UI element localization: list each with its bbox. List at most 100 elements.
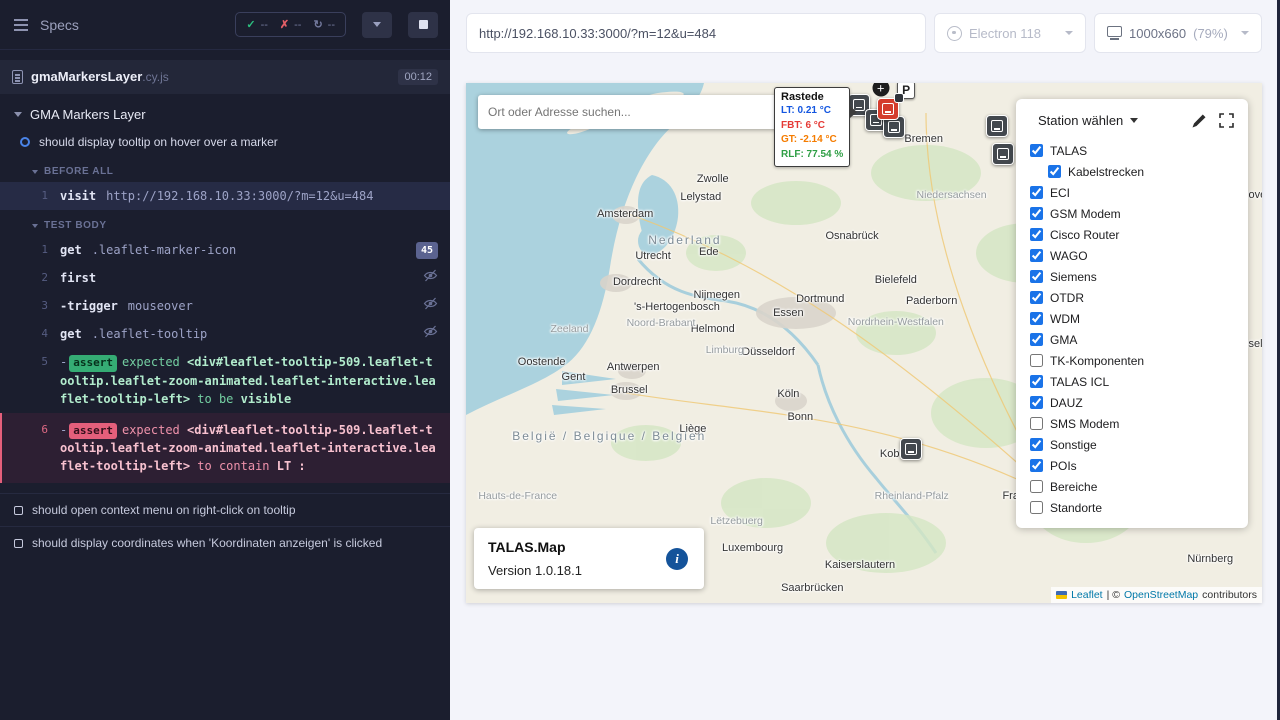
station-marker-icon[interactable]: [900, 438, 922, 460]
station-filter-gma[interactable]: GMA: [1030, 329, 1234, 350]
checkbox[interactable]: [1030, 459, 1043, 472]
checkbox[interactable]: [1030, 312, 1043, 325]
station-dropdown[interactable]: Station wählen: [1038, 113, 1138, 128]
assert-row-failed[interactable]: 6 -assertexpected <div#leaflet-tooltip-5…: [0, 413, 450, 484]
plus-marker-icon[interactable]: +: [872, 83, 889, 97]
station-filter-dauz[interactable]: DAUZ: [1030, 392, 1234, 413]
checkbox[interactable]: [1030, 186, 1043, 199]
checkbox[interactable]: [1030, 354, 1043, 367]
station-filter-eci[interactable]: ECI: [1030, 182, 1234, 203]
collapse-button[interactable]: [362, 12, 392, 38]
attribution-separator: | ©: [1107, 589, 1120, 601]
station-filter-sonstige[interactable]: Sonstige: [1030, 434, 1234, 455]
leaflet-flag-icon: [1056, 591, 1067, 599]
station-filter-label: TALAS ICL: [1050, 375, 1109, 389]
test-body-section[interactable]: TEST BODY: [0, 210, 450, 236]
checkbox[interactable]: [1030, 501, 1043, 514]
alarm-marker-icon[interactable]: [877, 98, 899, 120]
command-args: .leaflet-marker-icon: [92, 243, 237, 257]
pending-test-row[interactable]: should open context menu on right-click …: [0, 493, 450, 526]
stop-icon: [419, 20, 428, 29]
eye-slash-icon: [423, 269, 438, 287]
station-filter-tk-komponenten[interactable]: TK-Komponenten: [1030, 350, 1234, 371]
station-filter-otdr[interactable]: OTDR: [1030, 287, 1234, 308]
checkbox[interactable]: [1030, 291, 1043, 304]
station-filter-siemens[interactable]: Siemens: [1030, 266, 1234, 287]
command-number: 2: [32, 269, 48, 287]
about-card: TALAS.Map Version 1.0.18.1 i: [474, 528, 704, 589]
x-icon: ✗: [280, 18, 289, 31]
checkbox[interactable]: [1030, 417, 1043, 430]
checkbox[interactable]: [1048, 165, 1061, 178]
station-filter-pois[interactable]: POIs: [1030, 455, 1234, 476]
assert-expected-value: LT :: [277, 459, 306, 473]
chevron-down-icon: [14, 112, 22, 117]
test-stats: ✓-- ✗-- ↻--: [235, 12, 346, 37]
checkbox[interactable]: [1030, 480, 1043, 493]
check-icon: ✓: [246, 18, 255, 31]
command-number: 6: [32, 421, 48, 439]
command-row-visit[interactable]: 1 visithttp://192.168.10.33:3000/?m=12&u…: [0, 182, 450, 210]
app-title: TALAS.Map: [488, 539, 690, 555]
assert-expected-value: visible: [241, 392, 292, 406]
url-bar[interactable]: [466, 13, 926, 53]
leaflet-link[interactable]: Leaflet: [1071, 589, 1103, 601]
checkbox[interactable]: [1030, 375, 1043, 388]
browser-select[interactable]: Electron 118: [934, 13, 1086, 53]
stop-button[interactable]: [408, 12, 438, 38]
checkbox[interactable]: [1030, 228, 1043, 241]
station-filter-label: Sonstige: [1050, 438, 1097, 452]
before-all-section[interactable]: BEFORE ALL: [0, 156, 450, 182]
suite-title: GMA Markers Layer: [30, 107, 146, 122]
spec-file-row[interactable]: gmaMarkersLayer.cy.js 00:12: [0, 60, 450, 94]
edit-pencil-icon[interactable]: [1192, 113, 1207, 128]
station-filter-label: GSM Modem: [1050, 207, 1121, 221]
osm-link[interactable]: OpenStreetMap: [1124, 589, 1198, 601]
checkbox[interactable]: [1030, 144, 1043, 157]
info-icon[interactable]: i: [666, 548, 688, 570]
suite-row[interactable]: GMA Markers Layer: [0, 94, 450, 126]
station-filter-wago[interactable]: WAGO: [1030, 245, 1234, 266]
specs-menu-icon[interactable]: [14, 24, 28, 26]
tooltip-title: Rastede: [781, 91, 843, 103]
assert-message: to be: [190, 392, 241, 406]
url-input[interactable]: [479, 26, 913, 41]
station-filter-gsm-modem[interactable]: GSM Modem: [1030, 203, 1234, 224]
command-number: 1: [32, 241, 48, 259]
command-row[interactable]: 2 first: [0, 264, 450, 292]
command-row[interactable]: 1 get.leaflet-marker-icon 45: [0, 236, 450, 264]
assert-row-passed[interactable]: 5 -assertexpected <div#leaflet-tooltip-5…: [0, 348, 450, 413]
command-row[interactable]: 3 -triggermouseover: [0, 292, 450, 320]
station-filter-wdm[interactable]: WDM: [1030, 308, 1234, 329]
station-filter-label: TK-Komponenten: [1050, 354, 1144, 368]
station-filter-cisco-router[interactable]: Cisco Router: [1030, 224, 1234, 245]
command-args: http://192.168.10.33:3000/?m=12&u=484: [106, 189, 373, 203]
station-marker-icon[interactable]: [986, 115, 1008, 137]
checkbox[interactable]: [1030, 207, 1043, 220]
fullscreen-icon[interactable]: [1219, 113, 1234, 128]
marker-tooltip[interactable]: Rastede LT: 0.21 °CFBT: 6 °CGT: -2.14 °C…: [774, 87, 850, 167]
station-filter-kabelstrecken[interactable]: Kabelstrecken: [1048, 161, 1234, 182]
pending-test-row[interactable]: should display coordinates when 'Koordin…: [0, 526, 450, 559]
station-filter-talas[interactable]: TALAS: [1030, 140, 1234, 161]
chevron-down-icon: [32, 170, 38, 174]
station-filter-talas-icl[interactable]: TALAS ICL: [1030, 371, 1234, 392]
checkbox[interactable]: [1030, 438, 1043, 451]
checkbox[interactable]: [1030, 249, 1043, 262]
station-marker-icon[interactable]: [992, 143, 1014, 165]
active-test-row[interactable]: should display tooltip on hover over a m…: [0, 126, 450, 156]
attribution-suffix: contributors: [1202, 589, 1257, 601]
checkbox[interactable]: [1030, 396, 1043, 409]
command-args: .leaflet-tooltip: [92, 327, 208, 341]
map-search-box[interactable]: [478, 95, 804, 129]
station-filter-bereiche[interactable]: Bereiche: [1030, 476, 1234, 497]
eye-slash-icon: [423, 325, 438, 343]
viewport-select[interactable]: 1000x660 (79%): [1094, 13, 1262, 53]
station-filter-standorte[interactable]: Standorte: [1030, 497, 1234, 518]
search-input[interactable]: [488, 105, 794, 119]
command-row[interactable]: 4 get.leaflet-tooltip: [0, 320, 450, 348]
checkbox[interactable]: [1030, 270, 1043, 283]
station-filter-sms-modem[interactable]: SMS Modem: [1030, 413, 1234, 434]
map-canvas[interactable]: LeeuwardenZwolleAmsterdamLelystadUtrecht…: [466, 83, 1262, 603]
checkbox[interactable]: [1030, 333, 1043, 346]
